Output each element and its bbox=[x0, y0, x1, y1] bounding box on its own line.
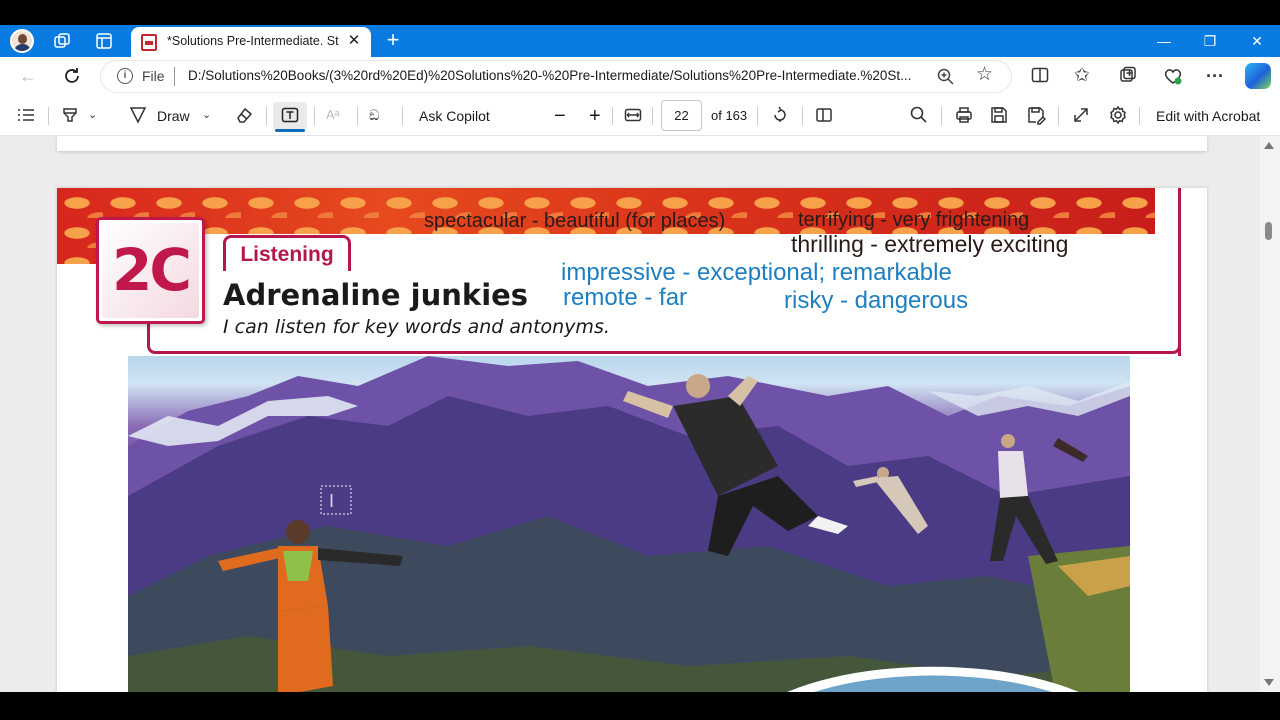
text-box-icon[interactable] bbox=[280, 105, 300, 125]
collections-icon[interactable] bbox=[1118, 65, 1140, 87]
section-label: Listening bbox=[223, 235, 351, 271]
read-aloud-icon[interactable]: A͏ᵃ bbox=[326, 105, 346, 125]
url-divider bbox=[174, 67, 175, 86]
split-screen-icon[interactable] bbox=[1030, 65, 1052, 87]
toolbar-divider bbox=[314, 107, 315, 125]
bottom-edge bbox=[0, 692, 1280, 720]
previous-page bbox=[57, 136, 1207, 151]
favorites-icon[interactable]: ✩ bbox=[1074, 65, 1096, 87]
fullscreen-icon[interactable] bbox=[1071, 105, 1091, 125]
minimize-button[interactable]: — bbox=[1141, 25, 1187, 57]
search-icon[interactable] bbox=[909, 105, 929, 125]
scroll-up-icon[interactable] bbox=[1264, 142, 1274, 149]
print-icon[interactable] bbox=[954, 105, 974, 125]
toolbar-divider bbox=[357, 107, 358, 125]
toolbar-divider bbox=[1058, 107, 1059, 125]
save-icon[interactable] bbox=[989, 105, 1009, 125]
chevron-down-icon[interactable]: ⌄ bbox=[202, 105, 222, 125]
active-tab[interactable]: *Solutions Pre-Intermediate. Stuc ✕ bbox=[131, 27, 371, 57]
refresh-icon[interactable] bbox=[62, 66, 82, 86]
scroll-thumb[interactable] bbox=[1265, 222, 1272, 240]
ask-copilot-button[interactable]: Ask Copilot bbox=[419, 105, 490, 127]
vertical-scrollbar[interactable] bbox=[1260, 136, 1280, 692]
lesson-subtitle: I can listen for key words and antonyms. bbox=[223, 316, 610, 338]
more-menu-button[interactable]: ··· bbox=[1206, 65, 1228, 87]
profile-avatar[interactable] bbox=[10, 29, 34, 53]
page-view-icon[interactable] bbox=[814, 105, 834, 125]
close-window-button[interactable]: ✕ bbox=[1234, 25, 1280, 57]
svg-text:I: I bbox=[329, 491, 334, 511]
browser-essentials-icon[interactable] bbox=[1162, 65, 1184, 87]
eraser-icon[interactable] bbox=[234, 105, 254, 125]
annotation-note: terrifying - very frightening bbox=[798, 209, 1030, 231]
highlight-icon[interactable] bbox=[60, 105, 80, 125]
toolbar-divider bbox=[612, 107, 613, 125]
lesson-badge: 2C bbox=[96, 217, 205, 324]
page-number-input[interactable]: 22 bbox=[661, 100, 702, 131]
toolbar-divider bbox=[48, 107, 49, 125]
workspaces-icon[interactable] bbox=[52, 31, 72, 51]
contents-list-icon[interactable] bbox=[16, 105, 36, 125]
tab-actions-icon[interactable] bbox=[94, 31, 114, 51]
annotation-note: remote - far bbox=[563, 284, 688, 311]
chevron-down-icon[interactable]: ⌄ bbox=[88, 105, 108, 125]
pdf-file-icon bbox=[141, 34, 157, 51]
close-tab-button[interactable]: ✕ bbox=[345, 32, 363, 50]
scroll-down-icon[interactable] bbox=[1264, 679, 1274, 686]
lesson-title: Adrenaline junkies bbox=[223, 278, 529, 312]
new-tab-button[interactable]: + bbox=[382, 29, 404, 51]
annotation-note: thrilling - extremely exciting bbox=[791, 231, 1069, 257]
title-bar: *Solutions Pre-Intermediate. Stuc ✕ + — … bbox=[0, 25, 1280, 57]
toolbar-divider bbox=[757, 107, 758, 125]
edit-with-acrobat-button[interactable]: Edit with Acrobat bbox=[1156, 105, 1260, 127]
settings-gear-icon[interactable] bbox=[1108, 105, 1128, 125]
tab-title: *Solutions Pre-Intermediate. Stuc bbox=[167, 34, 339, 48]
fit-width-icon[interactable] bbox=[623, 105, 643, 125]
zoom-icon[interactable] bbox=[936, 67, 956, 87]
annotation-note: risky - dangerous bbox=[784, 287, 969, 314]
save-as-icon[interactable] bbox=[1026, 105, 1047, 125]
translate-icon[interactable]: ඞ bbox=[369, 105, 389, 125]
pdf-page: 2C Listening Adrenaline junkies I can li… bbox=[57, 188, 1207, 692]
annotation-note: spectacular - beautiful (for places) bbox=[424, 210, 726, 232]
favorite-star-icon[interactable]: ☆ bbox=[976, 65, 996, 85]
screen: *Solutions Pre-Intermediate. Stuc ✕ + — … bbox=[0, 0, 1280, 720]
back-icon[interactable]: ← bbox=[18, 66, 38, 86]
pdf-toolbar: ⌄ Draw ⌄ A͏ᵃ ඞ Ask Copilot − + 22 of 163 bbox=[0, 95, 1280, 136]
zoom-in-button[interactable]: + bbox=[589, 105, 601, 127]
restore-button[interactable]: ❐ bbox=[1187, 25, 1233, 57]
pdf-viewer[interactable]: 2C Listening Adrenaline junkies I can li… bbox=[0, 136, 1260, 692]
url-box[interactable]: i File D:/Solutions%20Books/(3%20rd%20Ed… bbox=[100, 60, 1012, 93]
info-icon[interactable]: i bbox=[117, 68, 133, 84]
toolbar-divider bbox=[802, 107, 803, 125]
toolbar-divider bbox=[1139, 107, 1140, 125]
copilot-icon[interactable] bbox=[1245, 63, 1271, 89]
scheme-label: File bbox=[142, 68, 165, 84]
page-total: of 163 bbox=[711, 108, 748, 123]
toolbar-divider bbox=[941, 107, 942, 125]
url-text[interactable]: D:/Solutions%20Books/(3%20rd%20Ed)%20Sol… bbox=[188, 68, 928, 83]
toolbar-divider bbox=[652, 107, 653, 125]
annotation-note: impressive - exceptional; remarkable bbox=[561, 259, 952, 286]
lesson-number: 2C bbox=[102, 223, 199, 318]
toolbar-divider bbox=[402, 107, 403, 125]
draw-button[interactable]: Draw bbox=[157, 105, 190, 127]
address-bar: ← i File D:/Solutions%20Books/(3%20rd%20… bbox=[0, 57, 1280, 95]
draw-pen-icon[interactable] bbox=[128, 105, 148, 125]
base-jumping-photo: I bbox=[128, 356, 1130, 692]
rotate-icon[interactable] bbox=[770, 105, 790, 125]
toolbar-divider bbox=[266, 107, 267, 125]
zoom-out-button[interactable]: − bbox=[554, 105, 566, 127]
